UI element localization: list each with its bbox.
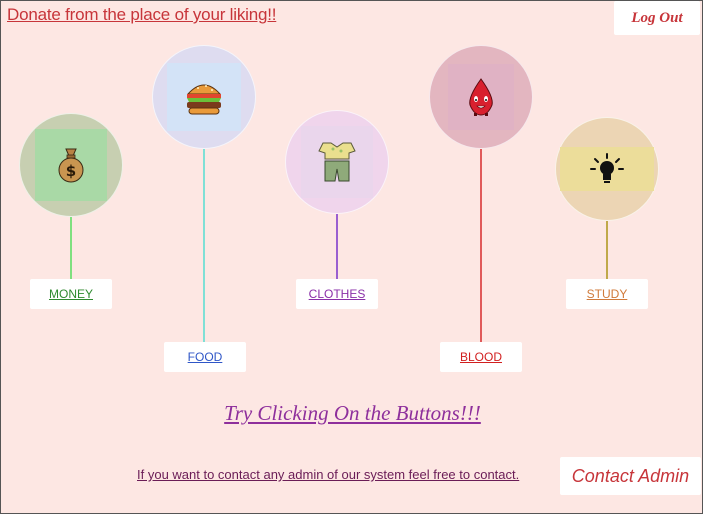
blood-button[interactable]: BLOOD (440, 342, 522, 372)
study-circle-button[interactable] (555, 117, 659, 221)
burger-icon (186, 84, 222, 115)
contact-info-link[interactable]: If you want to contact any admin of our … (137, 467, 519, 482)
contact-admin-button[interactable]: Contact Admin (560, 457, 701, 495)
svg-text:$: $ (66, 162, 76, 180)
money-stem (70, 217, 72, 279)
donate-header-link[interactable]: Donate from the place of your liking!! (7, 5, 276, 25)
clothes-button[interactable]: CLOTHES (296, 279, 378, 309)
blood-stem (480, 149, 482, 342)
clothes-stem (336, 214, 338, 279)
money-circle-button[interactable]: $ (19, 113, 123, 217)
food-stem (203, 149, 205, 342)
study-stem (606, 221, 608, 279)
light-bulb-icon (590, 153, 624, 183)
blood-circle-button[interactable] (429, 45, 533, 149)
food-button[interactable]: FOOD (164, 342, 246, 372)
food-circle-button[interactable] (152, 45, 256, 149)
clothes-icon (318, 142, 356, 182)
money-button[interactable]: MONEY (30, 279, 112, 309)
study-button[interactable]: STUDY (566, 279, 648, 309)
blood-drop-icon (469, 78, 493, 116)
logout-button[interactable]: Log Out (614, 1, 700, 35)
try-clicking-hint: Try Clicking On the Buttons!!! (224, 401, 481, 425)
clothes-circle-button[interactable] (285, 110, 389, 214)
money-bag-icon: $ (58, 148, 84, 183)
